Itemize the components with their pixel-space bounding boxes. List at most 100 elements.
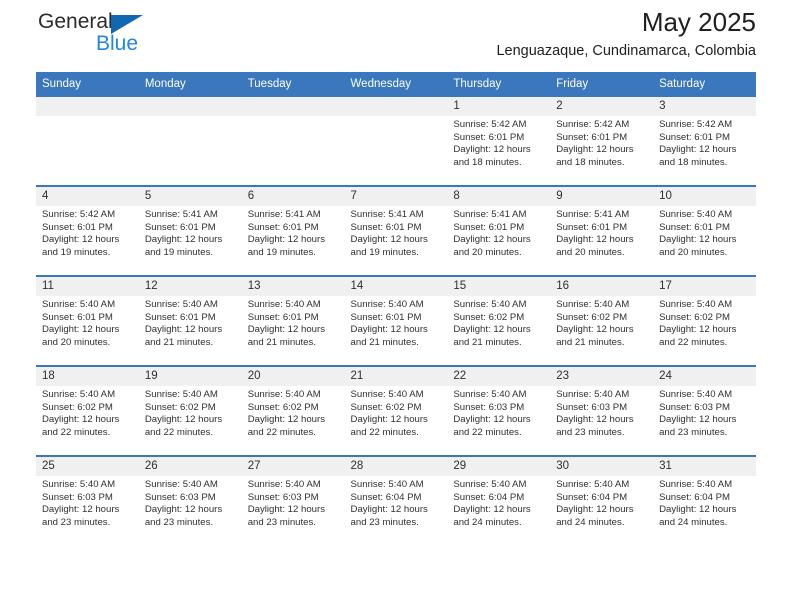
daylight-text: Daylight: 12 hours and 19 minutes. bbox=[144, 234, 223, 258]
day-sun-info: Sunrise: 5:40 AM Sunset: 6:03 PM Daylight:… bbox=[139, 476, 242, 529]
sunrise-text: Sunrise: 5:42 AM bbox=[42, 209, 116, 220]
day-sun-info: Sunrise: 5:42 AM Sunset: 6:01 PM Daylight:… bbox=[36, 206, 139, 259]
sunrise-text: Sunrise: 5:40 AM bbox=[659, 209, 733, 220]
day-number: 3 bbox=[653, 97, 756, 116]
sunrise-text: Sunrise: 5:40 AM bbox=[42, 389, 116, 400]
calendar-day-cell[interactable]: 1 Sunrise: 5:42 AM Sunset: 6:01 PM Daylight… bbox=[447, 95, 551, 186]
day-number: 24 bbox=[653, 367, 756, 386]
day-number: 10 bbox=[653, 187, 756, 206]
calendar-cell-empty bbox=[344, 95, 448, 186]
weekday-header-sunday: Sunday bbox=[36, 72, 139, 96]
daylight-text: Daylight: 12 hours and 22 minutes. bbox=[247, 414, 326, 438]
sunset-text: Sunset: 6:01 PM bbox=[247, 221, 319, 233]
sunset-text: Sunset: 6:02 PM bbox=[350, 401, 422, 413]
sunrise-text: Sunrise: 5:40 AM bbox=[556, 479, 630, 490]
day-sun-info: Sunrise: 5:40 AM Sunset: 6:01 PM Daylight:… bbox=[36, 296, 139, 349]
day-sun-info: Sunrise: 5:40 AM Sunset: 6:02 PM Daylight:… bbox=[447, 296, 550, 349]
page-title: May 2025 bbox=[641, 7, 756, 37]
day-sun-info: Sunrise: 5:40 AM Sunset: 6:04 PM Daylight:… bbox=[447, 476, 550, 529]
day-number bbox=[138, 97, 242, 116]
calendar-day-cell[interactable]: 25 Sunrise: 5:40 AM Sunset: 6:03 PM Dayligh… bbox=[36, 455, 139, 545]
calendar-day-cell[interactable]: 10 Sunrise: 5:40 AM Sunset: 6:01 PM Dayligh… bbox=[653, 185, 756, 276]
sunset-text: Sunset: 6:04 PM bbox=[659, 491, 730, 503]
calendar-page: General Blue May 2025 Lenguazaque, Cundi… bbox=[0, 0, 792, 612]
calendar-day-cell[interactable]: 16 Sunrise: 5:40 AM Sunset: 6:02 PM Dayligh… bbox=[550, 275, 654, 366]
calendar-day-cell[interactable]: 11 Sunrise: 5:40 AM Sunset: 6:01 PM Dayligh… bbox=[36, 275, 139, 366]
calendar-day-cell[interactable]: 24 Sunrise: 5:40 AM Sunset: 6:03 PM Dayligh… bbox=[653, 365, 756, 456]
calendar-day-cell[interactable]: 21 Sunrise: 5:40 AM Sunset: 6:02 PM Dayligh… bbox=[344, 365, 448, 456]
sunset-text: Sunset: 6:03 PM bbox=[144, 491, 216, 503]
sunrise-text: Sunrise: 5:40 AM bbox=[247, 479, 321, 490]
sunset-text: Sunset: 6:02 PM bbox=[556, 311, 628, 323]
day-number: 11 bbox=[36, 277, 139, 296]
calendar-day-cell[interactable]: 13 Sunrise: 5:40 AM Sunset: 6:01 PM Dayligh… bbox=[241, 275, 345, 366]
calendar-day-cell[interactable]: 17 Sunrise: 5:40 AM Sunset: 6:02 PM Dayligh… bbox=[653, 275, 756, 366]
calendar-day-cell[interactable]: 27 Sunrise: 5:40 AM Sunset: 6:03 PM Dayligh… bbox=[241, 455, 345, 545]
day-sun-info: Sunrise: 5:40 AM Sunset: 6:03 PM Daylight:… bbox=[550, 386, 653, 439]
sunrise-text: Sunrise: 5:40 AM bbox=[556, 299, 630, 310]
calendar-day-cell[interactable]: 3 Sunrise: 5:42 AM Sunset: 6:01 PM Daylight… bbox=[653, 95, 756, 186]
sunrise-text: Sunrise: 5:40 AM bbox=[247, 389, 321, 400]
calendar-day-cell[interactable]: 23 Sunrise: 5:40 AM Sunset: 6:03 PM Dayligh… bbox=[550, 365, 654, 456]
calendar-day-cell[interactable]: 7 Sunrise: 5:41 AM Sunset: 6:01 PM Daylight… bbox=[344, 185, 448, 276]
sunset-text: Sunset: 6:03 PM bbox=[659, 401, 730, 413]
daylight-text: Daylight: 12 hours and 22 minutes. bbox=[42, 414, 120, 438]
daylight-text: Daylight: 12 hours and 23 minutes. bbox=[247, 504, 326, 528]
calendar-day-cell[interactable]: 4 Sunrise: 5:42 AM Sunset: 6:01 PM Daylight… bbox=[36, 185, 139, 276]
sunrise-text: Sunrise: 5:40 AM bbox=[144, 299, 218, 310]
sunset-text: Sunset: 6:03 PM bbox=[42, 491, 113, 503]
calendar-day-cell[interactable]: 8 Sunrise: 5:41 AM Sunset: 6:01 PM Daylight… bbox=[447, 185, 551, 276]
calendar-day-cell[interactable]: 30 Sunrise: 5:40 AM Sunset: 6:04 PM Dayligh… bbox=[550, 455, 654, 545]
calendar-day-cell[interactable]: 12 Sunrise: 5:40 AM Sunset: 6:01 PM Dayligh… bbox=[138, 275, 242, 366]
sunset-text: Sunset: 6:01 PM bbox=[42, 311, 113, 323]
calendar-day-cell[interactable]: 22 Sunrise: 5:40 AM Sunset: 6:03 PM Dayligh… bbox=[447, 365, 551, 456]
calendar-day-cell[interactable]: 15 Sunrise: 5:40 AM Sunset: 6:02 PM Dayligh… bbox=[447, 275, 551, 366]
day-number: 7 bbox=[344, 187, 448, 206]
calendar-day-cell[interactable]: 2 Sunrise: 5:42 AM Sunset: 6:01 PM Daylight… bbox=[550, 95, 654, 186]
calendar-day-cell[interactable]: 26 Sunrise: 5:40 AM Sunset: 6:03 PM Dayligh… bbox=[138, 455, 242, 545]
daylight-text: Daylight: 12 hours and 23 minutes. bbox=[42, 504, 120, 528]
day-number: 2 bbox=[550, 97, 654, 116]
daylight-text: Daylight: 12 hours and 21 minutes. bbox=[247, 324, 326, 348]
calendar-week-row: 11 Sunrise: 5:40 AM Sunset: 6:01 PM Dayligh… bbox=[36, 275, 756, 366]
day-number: 18 bbox=[36, 367, 139, 386]
day-number: 22 bbox=[447, 367, 551, 386]
weekday-header-tuesday: Tuesday bbox=[241, 72, 345, 96]
calendar-day-cell[interactable]: 14 Sunrise: 5:40 AM Sunset: 6:01 PM Dayligh… bbox=[344, 275, 448, 366]
calendar-week-row: 18 Sunrise: 5:40 AM Sunset: 6:02 PM Dayligh… bbox=[36, 365, 756, 456]
day-sun-info: Sunrise: 5:41 AM Sunset: 6:01 PM Daylight:… bbox=[242, 206, 345, 259]
day-sun-info: Sunrise: 5:41 AM Sunset: 6:01 PM Daylight:… bbox=[345, 206, 448, 259]
daylight-text: Daylight: 12 hours and 21 minutes. bbox=[144, 324, 223, 348]
calendar-day-cell[interactable]: 31 Sunrise: 5:40 AM Sunset: 6:04 PM Dayligh… bbox=[653, 455, 756, 545]
daylight-text: Daylight: 12 hours and 19 minutes. bbox=[350, 234, 428, 258]
sunset-text: Sunset: 6:01 PM bbox=[659, 131, 730, 143]
day-sun-info: Sunrise: 5:40 AM Sunset: 6:03 PM Daylight:… bbox=[242, 476, 345, 529]
sunrise-text: Sunrise: 5:40 AM bbox=[453, 389, 527, 400]
sunset-text: Sunset: 6:01 PM bbox=[144, 221, 216, 233]
daylight-text: Daylight: 12 hours and 24 minutes. bbox=[556, 504, 634, 528]
daylight-text: Daylight: 12 hours and 18 minutes. bbox=[659, 144, 737, 168]
brand-logo[interactable]: General Blue bbox=[38, 8, 228, 64]
calendar-week-row: 1 Sunrise: 5:42 AM Sunset: 6:01 PM Daylight… bbox=[36, 95, 756, 186]
day-number: 28 bbox=[344, 457, 448, 476]
calendar-day-cell[interactable]: 20 Sunrise: 5:40 AM Sunset: 6:02 PM Dayligh… bbox=[241, 365, 345, 456]
day-number: 30 bbox=[550, 457, 654, 476]
calendar-day-cell[interactable]: 29 Sunrise: 5:40 AM Sunset: 6:04 PM Dayligh… bbox=[447, 455, 551, 545]
sunset-text: Sunset: 6:01 PM bbox=[144, 311, 216, 323]
calendar-day-cell[interactable]: 28 Sunrise: 5:40 AM Sunset: 6:04 PM Dayligh… bbox=[344, 455, 448, 545]
day-sun-info: Sunrise: 5:42 AM Sunset: 6:01 PM Daylight:… bbox=[550, 116, 653, 169]
daylight-text: Daylight: 12 hours and 23 minutes. bbox=[144, 504, 223, 528]
calendar-day-cell[interactable]: 19 Sunrise: 5:40 AM Sunset: 6:02 PM Dayligh… bbox=[138, 365, 242, 456]
day-number: 6 bbox=[241, 187, 345, 206]
calendar-day-cell[interactable]: 5 Sunrise: 5:41 AM Sunset: 6:01 PM Daylight… bbox=[138, 185, 242, 276]
sunset-text: Sunset: 6:04 PM bbox=[453, 491, 525, 503]
calendar-day-cell[interactable]: 18 Sunrise: 5:40 AM Sunset: 6:02 PM Dayligh… bbox=[36, 365, 139, 456]
calendar-day-cell[interactable]: 9 Sunrise: 5:41 AM Sunset: 6:01 PM Daylight… bbox=[550, 185, 654, 276]
sunrise-text: Sunrise: 5:41 AM bbox=[453, 209, 527, 220]
calendar-day-cell[interactable]: 6 Sunrise: 5:41 AM Sunset: 6:01 PM Daylight… bbox=[241, 185, 345, 276]
sunrise-text: Sunrise: 5:40 AM bbox=[42, 479, 116, 490]
sunrise-text: Sunrise: 5:40 AM bbox=[453, 299, 527, 310]
day-sun-info: Sunrise: 5:40 AM Sunset: 6:02 PM Daylight:… bbox=[345, 386, 448, 439]
sunrise-text: Sunrise: 5:42 AM bbox=[659, 119, 733, 130]
daylight-text: Daylight: 12 hours and 18 minutes. bbox=[453, 144, 531, 168]
